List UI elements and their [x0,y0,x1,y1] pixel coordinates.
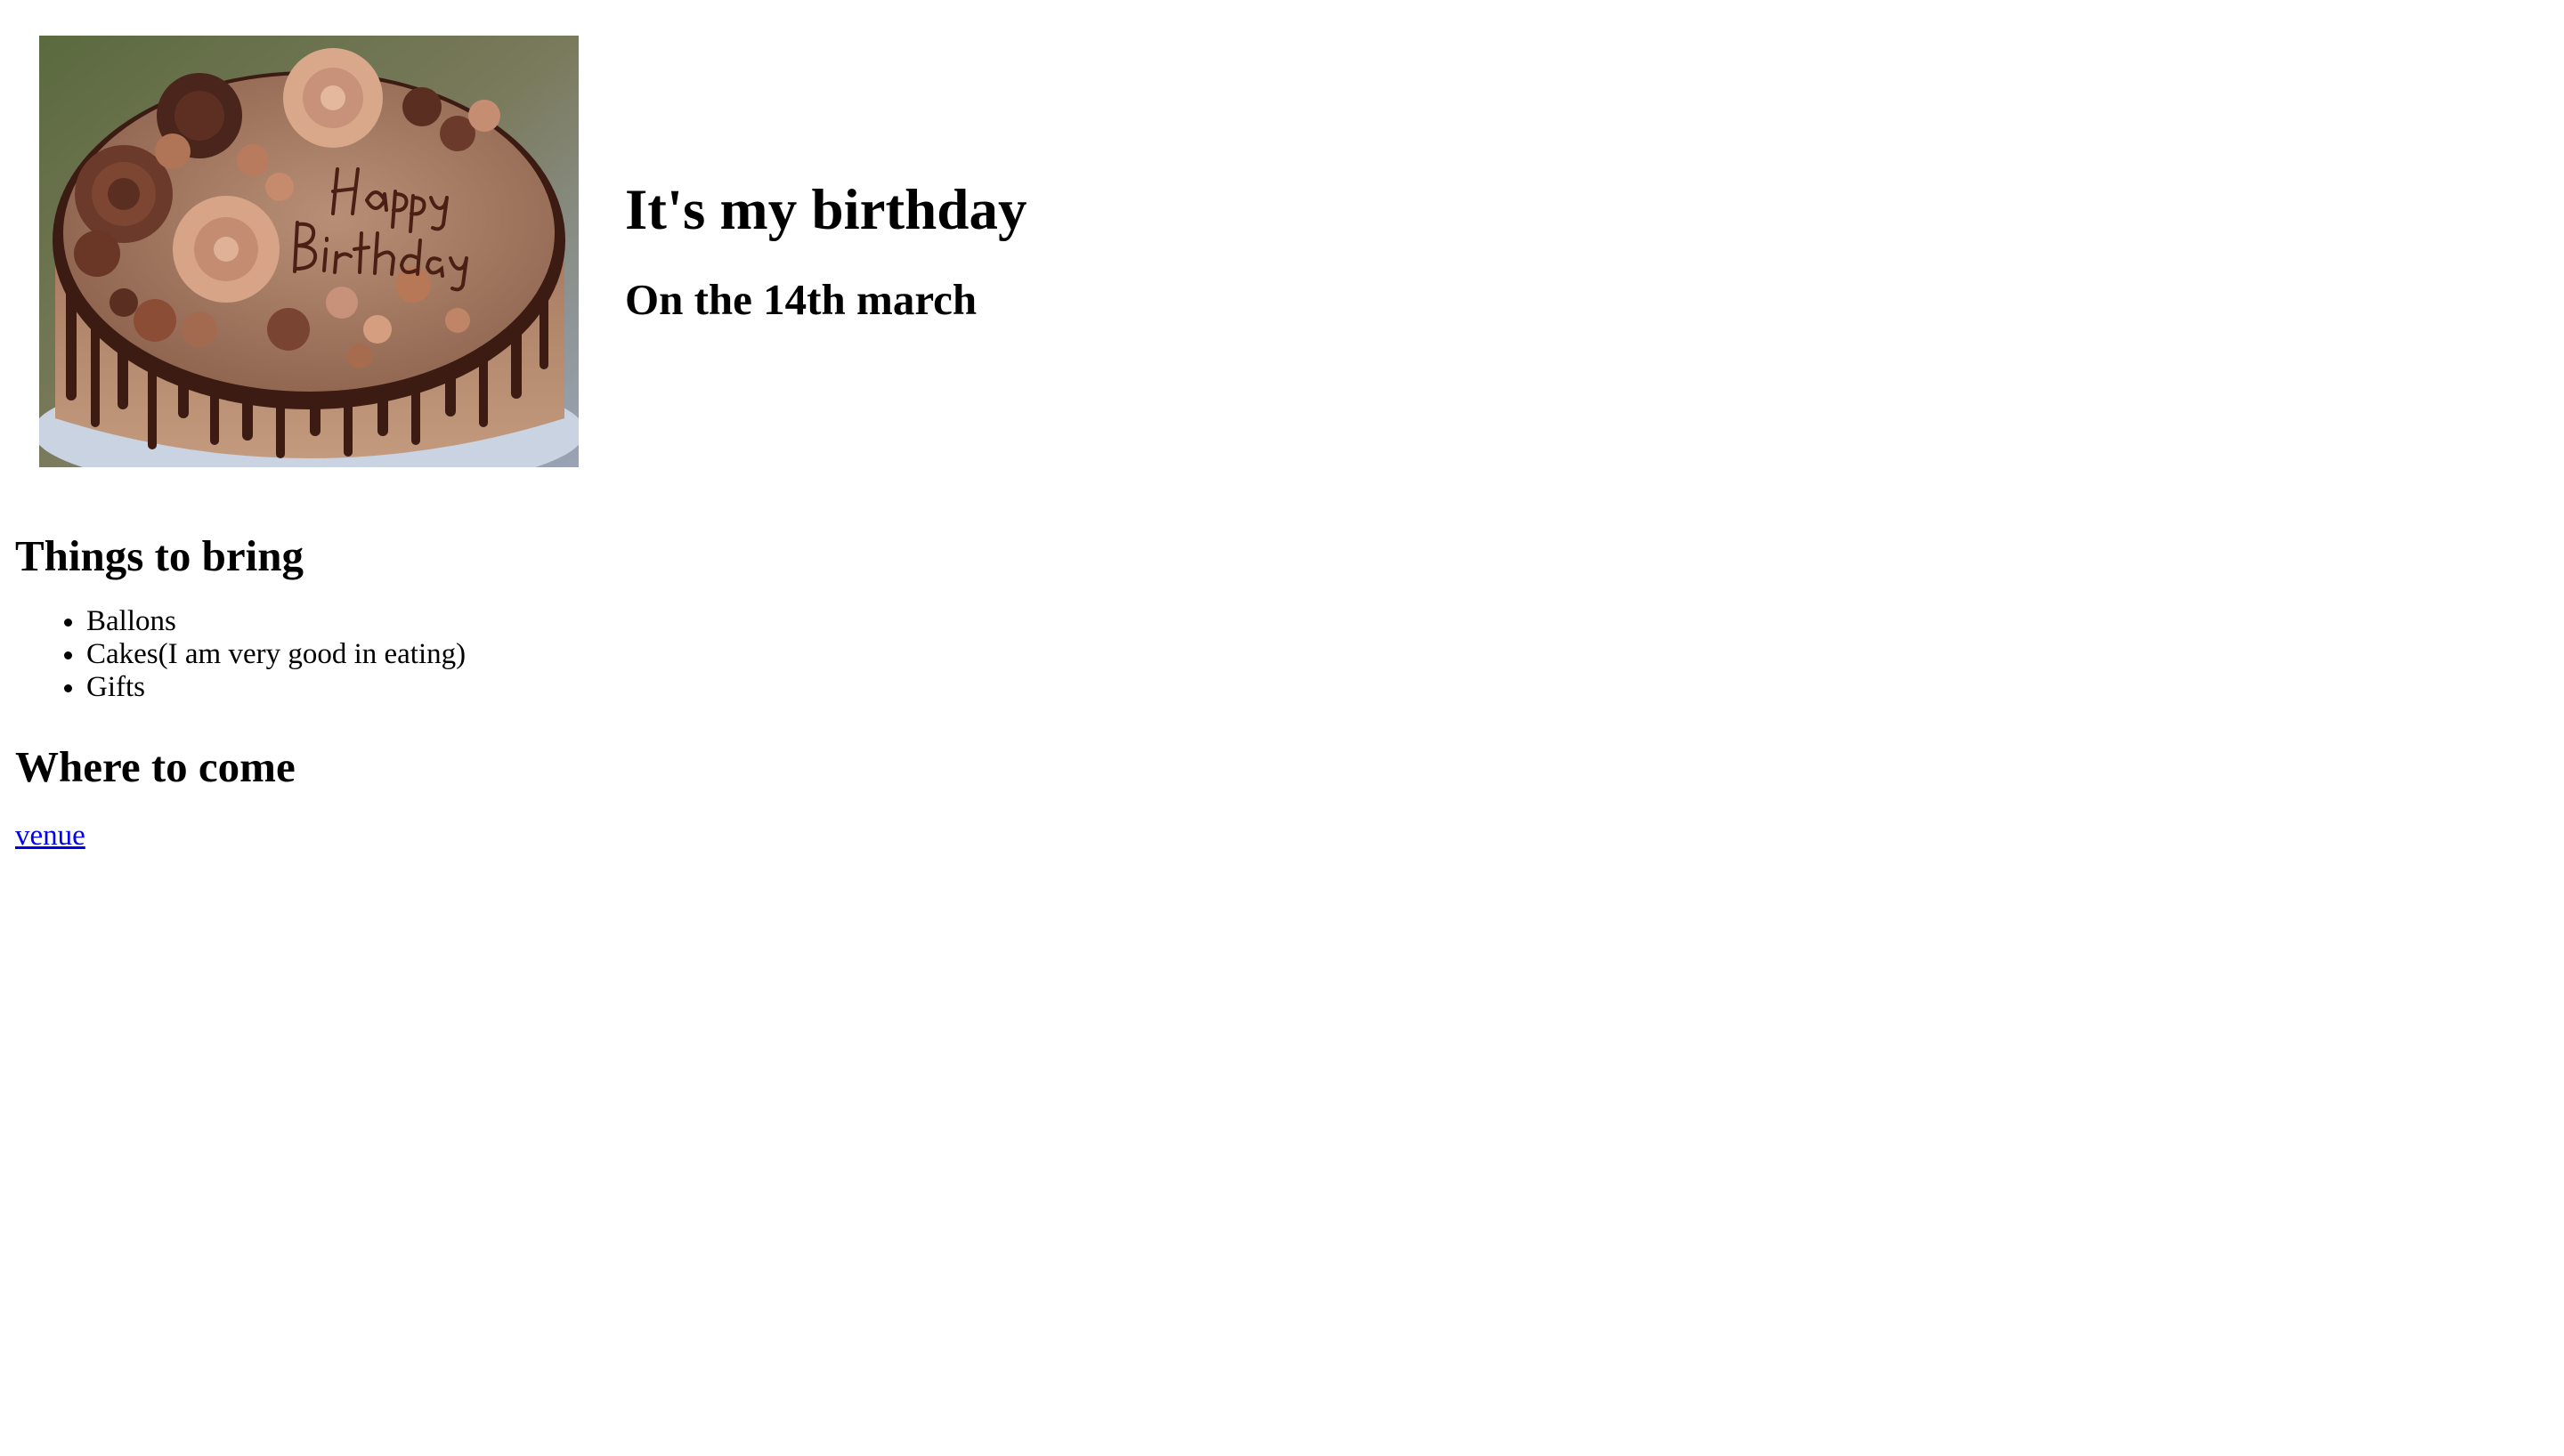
things-to-bring-list: Ballons Cakes(I am very good in eating) … [15,605,1083,704]
page-title: It's my birthday [625,177,1027,242]
venue-paragraph: venue [15,820,1083,853]
venue-link[interactable]: venue [15,820,85,852]
list-item: Gifts [86,671,1083,704]
date-subtitle: On the 14th march [625,275,978,325]
details-section: Things to bring Ballons Cakes(I am very … [15,532,1083,853]
list-item: Ballons [86,605,1083,638]
list-item: Cakes(I am very good in eating) [86,638,1083,671]
hero-section: It's my birthday On the 14th march [39,36,1026,467]
things-to-bring-heading: Things to bring [15,531,304,580]
title-block: It's my birthday On the 14th march [625,177,1027,325]
where-to-come-heading: Where to come [15,741,296,791]
birthday-cake-image [39,36,579,467]
birthday-page: It's my birthday On the 14th march Thing… [0,0,2564,1456]
